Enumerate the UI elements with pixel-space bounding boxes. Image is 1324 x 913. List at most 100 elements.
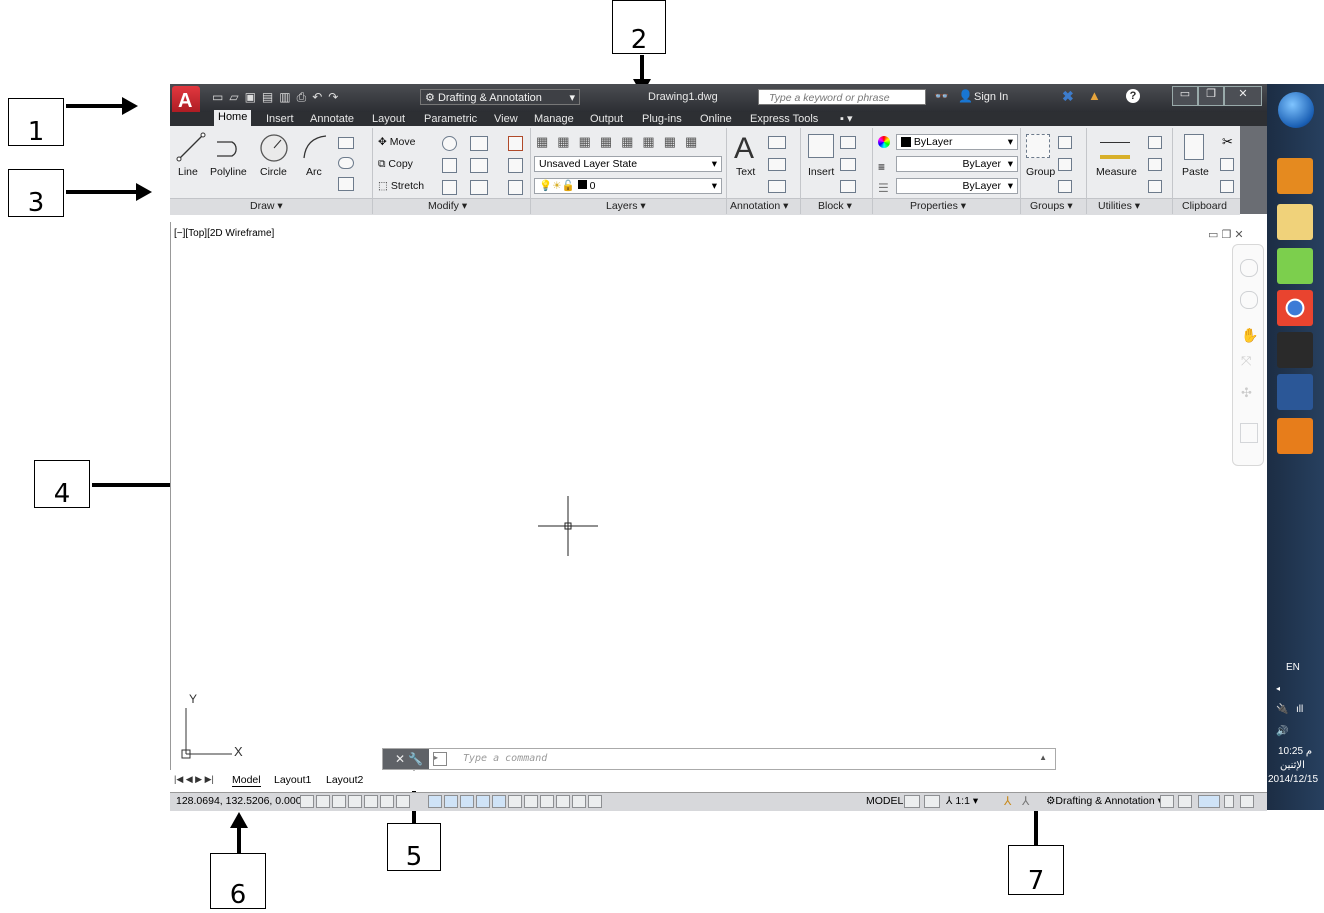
command-history-icon[interactable]: ▲ — [1039, 753, 1047, 762]
undo-icon[interactable]: ↶ — [312, 90, 328, 104]
draw-panel-title[interactable]: Draw ▾ — [250, 200, 283, 212]
layers-panel-title[interactable]: Layers ▾ — [606, 200, 646, 212]
orbit-icon[interactable]: ✣ — [1241, 385, 1252, 401]
workspace-dropdown[interactable]: ⚙ Drafting & Annotation ▾ — [420, 89, 580, 105]
copy-clip-icon[interactable] — [1220, 158, 1234, 171]
line-icon[interactable] — [176, 132, 206, 162]
layout-nav-arrows[interactable]: |◀ ◀ ▶ ▶| — [174, 774, 214, 785]
polyline-button-label[interactable]: Polyline — [210, 166, 247, 178]
ucs-icon-toggle[interactable] — [572, 795, 586, 808]
arc-button-label[interactable]: Arc — [306, 166, 322, 178]
polar-tracking-toggle[interactable] — [364, 795, 378, 808]
utilities-panel-title[interactable]: Utilities ▾ — [1098, 200, 1140, 212]
3d-osnap-toggle[interactable] — [396, 795, 410, 808]
tab-plugins[interactable]: Plug-ins — [642, 112, 682, 126]
application-status-menu[interactable] — [1224, 795, 1234, 808]
quick-properties-toggle[interactable] — [508, 795, 522, 808]
viewcube-icon[interactable] — [1240, 259, 1258, 277]
move-button[interactable]: ✥ Move — [378, 136, 415, 148]
dynamic-ucs-icon[interactable] — [556, 795, 570, 808]
circle-icon[interactable] — [258, 132, 290, 164]
arc-icon[interactable] — [300, 132, 330, 162]
circle-button-label[interactable]: Circle — [260, 166, 287, 178]
plot-icon[interactable]: ⎙ — [297, 90, 313, 104]
region-icon[interactable] — [338, 177, 354, 191]
chrome-icon[interactable] — [1277, 290, 1313, 326]
attribute-icon[interactable] — [840, 180, 856, 193]
autodesk-360-icon[interactable]: ▲ — [1088, 88, 1101, 103]
exchange-icon[interactable]: ✖ — [1062, 88, 1074, 105]
file-explorer-icon[interactable] — [1277, 204, 1313, 240]
group-icon[interactable] — [1026, 134, 1050, 158]
dimension-icon[interactable] — [768, 136, 786, 149]
power-icon[interactable]: 🔌 — [1276, 704, 1288, 715]
explode-icon[interactable] — [508, 158, 523, 173]
restore-button[interactable]: ❐ — [1198, 86, 1224, 106]
selection-cycling-toggle[interactable] — [524, 795, 538, 808]
language-indicator[interactable]: EN — [1286, 662, 1300, 673]
infer-constraints-toggle[interactable] — [300, 795, 314, 808]
id-point-icon[interactable] — [1148, 158, 1162, 171]
modify-panel-title[interactable]: Modify ▾ — [428, 200, 467, 212]
steering-wheel-icon[interactable] — [1240, 291, 1258, 309]
lock-ui-icon[interactable] — [1160, 795, 1174, 808]
paste-special-icon[interactable] — [1220, 180, 1234, 193]
saveas-icon[interactable]: ▤ — [262, 90, 279, 104]
windows-start-orb[interactable] — [1278, 92, 1314, 128]
quick-view-layouts-button[interactable] — [904, 795, 920, 808]
tab-model[interactable]: Model — [232, 774, 261, 787]
tab-overflow-icon[interactable]: ▪ ▾ — [840, 112, 852, 126]
command-line[interactable]: ✕ 🔧 ▸ Type a command ▲ — [382, 748, 1056, 770]
zoom-icon[interactable]: ⤧ — [1241, 353, 1251, 369]
tab-output[interactable]: Output — [590, 112, 623, 126]
command-prompt-icon[interactable]: ▸ — [433, 752, 447, 766]
annotation-visibility-icon[interactable]: ⅄ — [1004, 794, 1011, 808]
paste-button-label[interactable]: Paste — [1182, 166, 1209, 178]
clean-screen-icon[interactable] — [1240, 795, 1254, 808]
tab-layout2[interactable]: Layout2 — [326, 774, 363, 786]
fillet-icon[interactable] — [470, 158, 488, 173]
tab-online[interactable]: Online — [700, 112, 732, 126]
isolate-objects-icon[interactable] — [1198, 795, 1220, 808]
object-snap-tracking-toggle[interactable] — [428, 795, 442, 808]
outlook-icon[interactable] — [1277, 158, 1313, 194]
tab-express-tools[interactable]: Express Tools — [750, 112, 818, 126]
pan-icon[interactable]: ✋ — [1241, 327, 1258, 344]
array-icon[interactable] — [470, 180, 488, 195]
copy-button[interactable]: ⧉ Copy — [378, 158, 413, 171]
trim-icon[interactable] — [470, 136, 488, 151]
tab-manage[interactable]: Manage — [534, 112, 574, 126]
tab-parametric[interactable]: Parametric — [424, 112, 477, 126]
quick-select-icon[interactable] — [1148, 136, 1162, 149]
dynamic-ucs-toggle[interactable] — [444, 795, 458, 808]
command-grip[interactable]: ✕ 🔧 — [383, 749, 429, 769]
linetype-dropdown[interactable]: ByLayer ▾ — [896, 178, 1018, 194]
add-toggle-icon[interactable] — [588, 795, 602, 808]
polyline-icon[interactable] — [214, 134, 244, 162]
tab-layout1[interactable]: Layout1 — [274, 774, 311, 786]
groups-panel-title[interactable]: Groups ▾ — [1030, 200, 1073, 212]
insert-button-label[interactable]: Insert — [808, 166, 834, 178]
match-properties-icon[interactable] — [878, 136, 890, 148]
tab-annotate[interactable]: Annotate — [310, 112, 354, 126]
color-dropdown[interactable]: ByLayer ▾ — [896, 134, 1018, 150]
text-button-label[interactable]: Text — [736, 166, 755, 178]
viewport-window-controls[interactable]: ▭ ❐ ✕ — [1208, 228, 1244, 241]
save-icon[interactable]: ▣ — [245, 90, 262, 104]
viewport-controls[interactable]: [−][Top][2D Wireframe] — [174, 228, 274, 239]
ortho-mode-toggle[interactable] — [348, 795, 362, 808]
publish-icon[interactable]: ▥ — [279, 90, 296, 104]
showmotion-icon[interactable] — [1240, 423, 1258, 443]
line-button-label[interactable]: Line — [178, 166, 198, 178]
lineweight-toggle[interactable] — [476, 795, 490, 808]
clipboard-panel-title[interactable]: Clipboard — [1182, 200, 1227, 212]
close-button[interactable]: ✕ — [1224, 86, 1262, 106]
annotation-monitor-toggle[interactable] — [540, 795, 554, 808]
mirror-icon[interactable] — [442, 158, 457, 173]
binoculars-icon[interactable]: 👓 — [934, 89, 949, 103]
measure-button-label[interactable]: Measure — [1096, 166, 1137, 178]
tab-insert[interactable]: Insert — [266, 112, 294, 126]
minimize-button[interactable]: ▭ — [1172, 86, 1198, 106]
transparency-toggle[interactable] — [492, 795, 506, 808]
cut-icon[interactable]: ✂ — [1222, 134, 1233, 150]
